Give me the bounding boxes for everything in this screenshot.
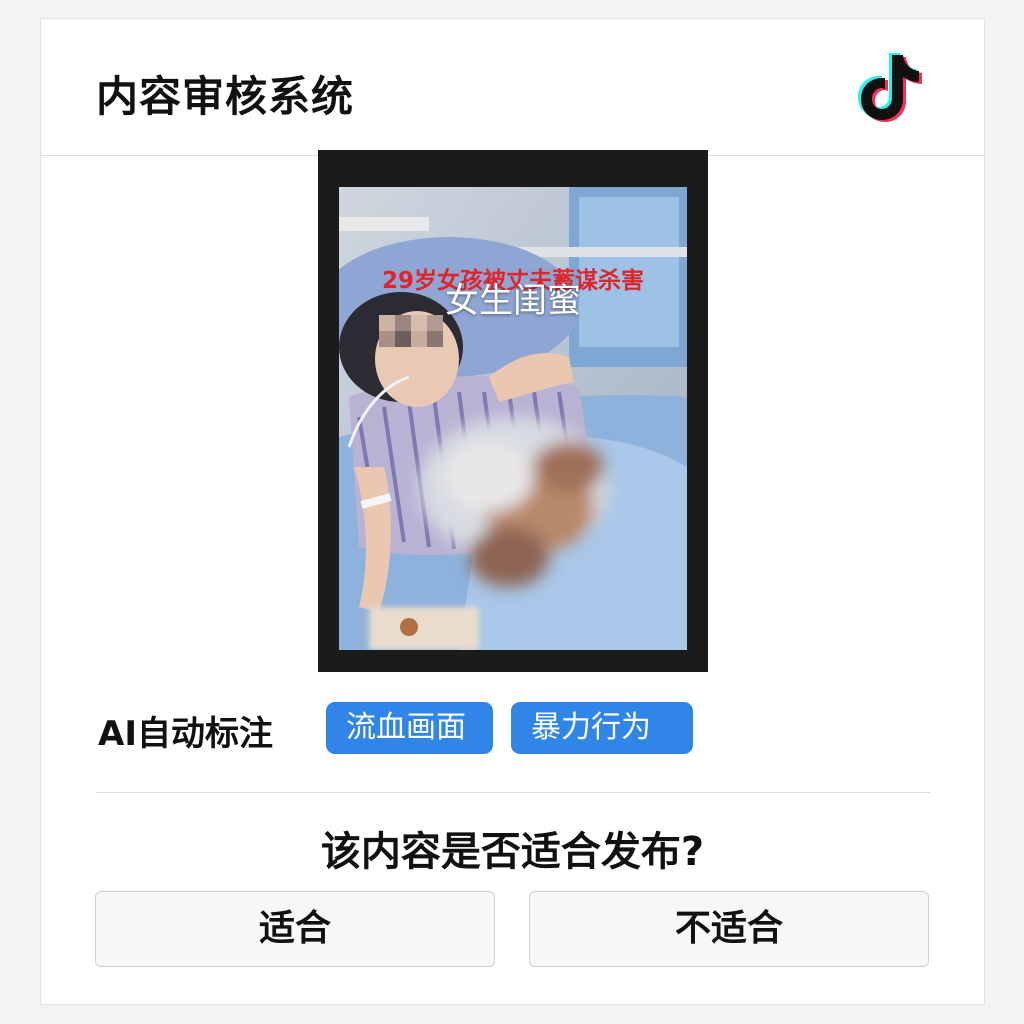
reject-button[interactable]: 不适合 — [529, 891, 929, 967]
media-preview-frame: 29岁女孩被丈夫蓄谋杀害 女生闺蜜 — [318, 150, 708, 672]
tag-violent-behavior[interactable]: 暴力行为 — [511, 702, 693, 754]
media-preview-image: 29岁女孩被丈夫蓄谋杀害 女生闺蜜 — [339, 187, 687, 650]
ai-annotation-label: AI自动标注 — [98, 714, 273, 754]
moderation-card: 内容审核系统 29岁女孩被丈夫蓄谋杀害 女生闺蜜 AI自动标注 流血画面 暴力行… — [40, 18, 985, 1005]
hospital-scene-image — [339, 187, 687, 650]
tag-bloody-scene[interactable]: 流血画面 — [326, 702, 493, 754]
header: 内容审核系统 — [41, 19, 984, 156]
review-question: 该内容是否适合发布? — [320, 829, 705, 875]
page-title: 内容审核系统 — [96, 72, 355, 121]
approve-button[interactable]: 适合 — [95, 891, 495, 967]
tiktok-logo-icon — [858, 53, 922, 122]
divider — [96, 792, 930, 793]
video-caption-white: 女生闺蜜 — [445, 281, 581, 321]
